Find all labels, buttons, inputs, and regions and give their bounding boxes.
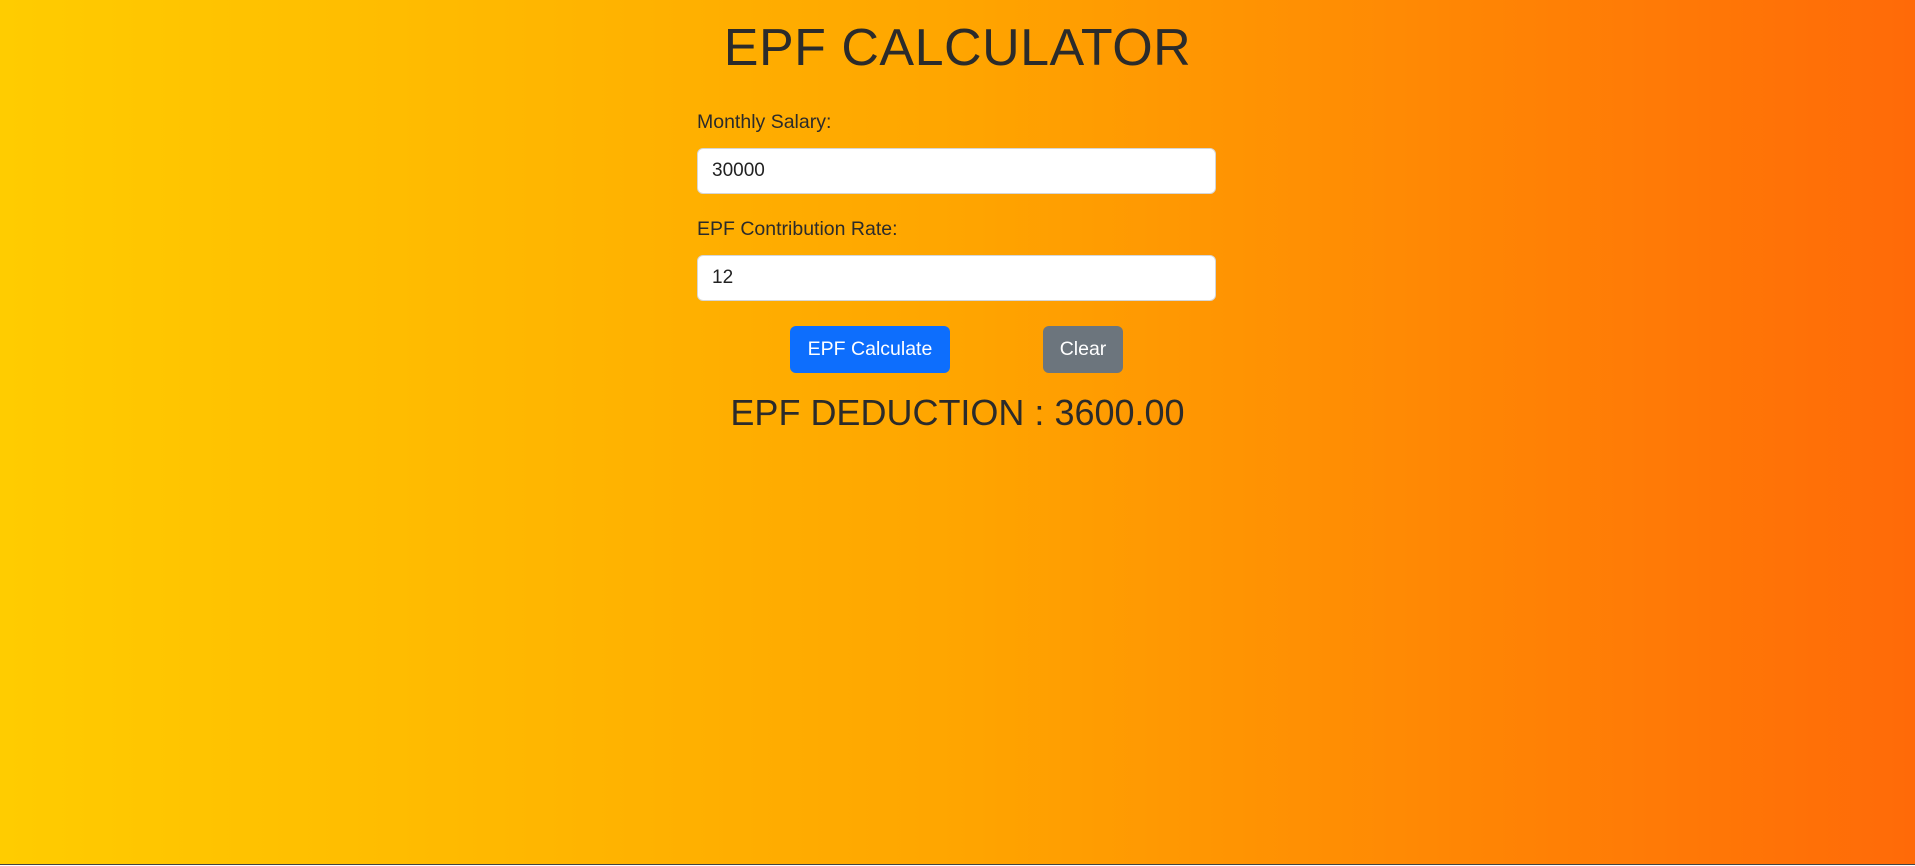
page-background: EPF CALCULATOR Monthly Salary: 30000 EPF…: [0, 0, 1915, 865]
contribution-rate-input[interactable]: 12: [697, 255, 1216, 301]
contribution-rate-label: EPF Contribution Rate:: [697, 218, 898, 240]
monthly-salary-label: Monthly Salary:: [697, 111, 832, 133]
epf-form: Monthly Salary: 30000 EPF Contribution R…: [697, 110, 1216, 301]
epf-calculate-button[interactable]: EPF Calculate: [790, 326, 950, 373]
button-row: EPF Calculate Clear: [0, 326, 1915, 373]
clear-button[interactable]: Clear: [1043, 326, 1123, 373]
monthly-salary-input[interactable]: 30000: [697, 148, 1216, 194]
epf-deduction-result: EPF DEDUCTION : 3600.00: [730, 392, 1185, 433]
page-title: EPF CALCULATOR: [723, 19, 1192, 77]
